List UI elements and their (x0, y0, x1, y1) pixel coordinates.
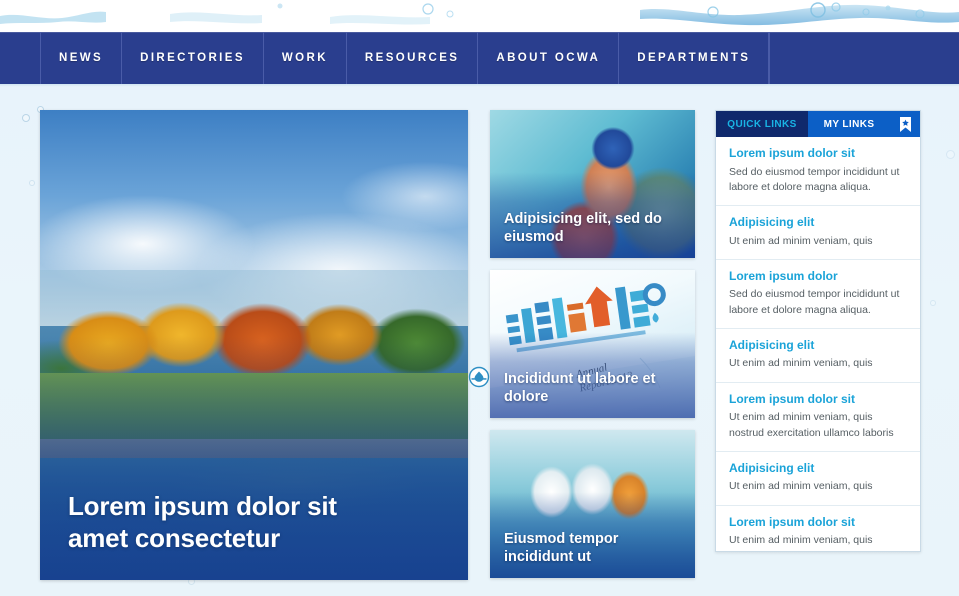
water-splash-banner (0, 0, 959, 34)
list-item[interactable]: Adipisicing elit Ut enim ad minim veniam… (716, 206, 920, 260)
tab-quick-links[interactable]: QUICK LINKS (716, 111, 808, 137)
feature-card-worker[interactable]: Adipisicing elit, sed do eiusmod (490, 110, 695, 258)
quick-links-panel: QUICK LINKS MY LINKS Lorem ipsum dolor s… (715, 110, 921, 552)
list-item[interactable]: Lorem ipsum dolor sit Ut enim ad minim v… (716, 383, 920, 452)
quick-links-list: Lorem ipsum dolor sit Sed do eiusmod tem… (716, 137, 920, 550)
nav-item-label: WORK (281, 52, 328, 64)
nav-item-resources[interactable]: RESOURCES (347, 32, 479, 84)
list-item-description: Sed do eiusmod tempor incididunt ut labo… (729, 165, 900, 193)
nav-item-label: NEWS (59, 52, 104, 64)
list-item[interactable]: Lorem ipsum dolor Sed do eiusmod tempor … (716, 260, 920, 329)
card-caption: Adipisicing elit, sed do eiusmod (504, 210, 662, 245)
list-item[interactable]: Adipisicing elit Ut enim ad minim veniam… (716, 329, 920, 383)
list-item[interactable]: Lorem ipsum dolor sit Sed do eiusmod tem… (716, 137, 920, 207)
nav-item-label: ABOUT OCWA (496, 52, 601, 64)
feature-card-annual-report[interactable]: Annual Report 2013 Incididunt ut labore … (490, 270, 695, 418)
list-item-title[interactable]: Adipisicing elit (729, 461, 907, 477)
list-item-title[interactable]: Lorem ipsum dolor sit (729, 515, 907, 531)
nav-item-news[interactable]: NEWS (41, 32, 123, 84)
bookmark-button[interactable] (890, 111, 920, 137)
nav-left-spacer (0, 32, 41, 84)
nav-right-spacer (769, 32, 959, 84)
tab-label: QUICK LINKS (727, 118, 797, 130)
list-item-title[interactable]: Lorem ipsum dolor sit (729, 146, 907, 162)
water-splash-graphic (0, 0, 959, 34)
tab-my-links[interactable]: MY LINKS (808, 111, 890, 137)
list-item-title[interactable]: Adipisicing elit (729, 338, 907, 354)
hero-caption: Lorem ipsum dolor sit amet consectetur (68, 490, 337, 553)
nav-item-label: DEPARTMENTS (637, 52, 751, 64)
nav-item-work[interactable]: WORK (264, 32, 347, 84)
nav-item-about-ocwa[interactable]: ABOUT OCWA (478, 32, 620, 84)
list-item-title[interactable]: Adipisicing elit (729, 215, 907, 231)
nav-item-departments[interactable]: DEPARTMENTS (619, 32, 770, 84)
card-caption: Incididunt ut labore et dolore (504, 370, 656, 405)
bookmark-icon (899, 116, 911, 132)
list-item-title[interactable]: Lorem ipsum dolor (729, 269, 907, 285)
list-item-description: Ut enim ad minim veniam, quis (729, 480, 873, 493)
list-item[interactable]: Lorem ipsum dolor sit Ut enim ad minim v… (716, 506, 920, 550)
tab-label: MY LINKS (823, 118, 875, 130)
nav-item-label: DIRECTORIES (140, 52, 245, 64)
list-item[interactable]: Adipisicing elit Ut enim ad minim veniam… (716, 452, 920, 506)
water-drop-logo-icon (468, 366, 490, 388)
quick-links-tabs: QUICK LINKS MY LINKS (716, 111, 920, 137)
nav-item-label: RESOURCES (364, 52, 460, 64)
list-item-description: Sed do eiusmod tempor incididunt ut labo… (729, 288, 900, 316)
hero-feature[interactable]: Lorem ipsum dolor sit amet consectetur (40, 110, 468, 580)
list-item-description: Ut enim ad minim veniam, quis nostrud ex… (729, 411, 894, 439)
nav-shadow-strip (0, 84, 959, 87)
main-navigation: NEWS DIRECTORIES WORK RESOURCES ABOUT OC… (0, 32, 959, 84)
list-item-description: Ut enim ad minim veniam, quis nostrud ex… (729, 534, 894, 550)
main-content: Lorem ipsum dolor sit amet consectetur A… (0, 88, 959, 596)
card-caption: Eiusmod tempor incididunt ut (504, 530, 619, 565)
page-root: NEWS DIRECTORIES WORK RESOURCES ABOUT OC… (0, 0, 959, 596)
feature-card-column: Adipisicing elit, sed do eiusmod Incidid… (490, 110, 695, 590)
feature-card-plant-workers[interactable]: Eiusmod tempor incididunt ut (490, 430, 695, 578)
list-item-title[interactable]: Lorem ipsum dolor sit (729, 392, 907, 408)
list-item-description: Ut enim ad minim veniam, quis (729, 234, 873, 247)
nav-item-directories[interactable]: DIRECTORIES (122, 32, 264, 84)
list-item-description: Ut enim ad minim veniam, quis (729, 357, 873, 370)
